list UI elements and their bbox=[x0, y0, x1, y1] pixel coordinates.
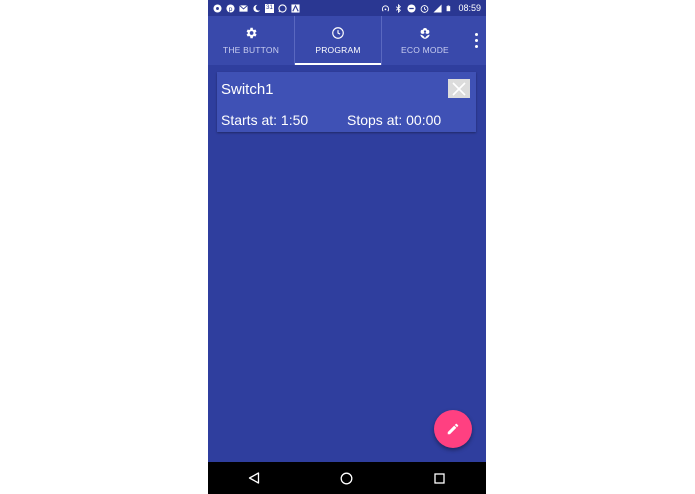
pinterest-icon: p bbox=[226, 3, 235, 12]
program-title: Switch1 bbox=[221, 81, 274, 98]
alarm-icon bbox=[421, 4, 429, 13]
overflow-menu-button[interactable] bbox=[468, 16, 485, 65]
pencil-icon bbox=[447, 423, 459, 435]
tab-eco-mode[interactable]: ECO MODE bbox=[382, 16, 468, 65]
close-icon bbox=[452, 81, 466, 96]
tab-label: THE BUTTON bbox=[222, 45, 280, 55]
clock-icon bbox=[332, 27, 344, 39]
home-icon bbox=[341, 472, 353, 484]
battery-icon bbox=[447, 5, 451, 11]
status-bar: p 31 08:59 bbox=[208, 0, 486, 16]
app-icon bbox=[213, 3, 222, 13]
flower-icon bbox=[420, 28, 430, 39]
tab-label: PROGRAM bbox=[315, 45, 361, 55]
status-time: 08:59 bbox=[458, 3, 481, 13]
bluetooth-icon bbox=[396, 3, 402, 13]
overflow-dot bbox=[475, 45, 478, 48]
nav-bar bbox=[208, 462, 486, 494]
gmail-icon bbox=[239, 4, 248, 12]
signal-icon bbox=[433, 3, 443, 13]
status-bar-system: 08:59 bbox=[376, 3, 486, 13]
tab-the-button[interactable]: THE BUTTON bbox=[208, 16, 294, 65]
svg-text:p: p bbox=[229, 5, 233, 12]
program-start-time: Starts at: 1:50 bbox=[221, 112, 309, 128]
overflow-dot bbox=[475, 33, 478, 36]
hotspot-icon bbox=[382, 4, 390, 12]
dnd-icon bbox=[407, 3, 417, 13]
program-stop-time: Stops at: 00:00 bbox=[347, 112, 442, 128]
edit-fab-button[interactable] bbox=[434, 410, 472, 448]
back-button[interactable] bbox=[239, 463, 269, 493]
recents-button[interactable] bbox=[425, 463, 455, 493]
program-card[interactable]: Switch1 Starts at: 1:50 Stops at: 00:00 bbox=[217, 72, 476, 132]
whatsapp-icon bbox=[278, 3, 287, 13]
home-button[interactable] bbox=[332, 463, 362, 493]
moon-icon bbox=[253, 4, 261, 12]
gear-icon bbox=[246, 27, 257, 39]
tab-program[interactable]: PROGRAM bbox=[295, 16, 381, 65]
back-icon bbox=[249, 472, 260, 484]
maps-icon bbox=[291, 3, 300, 13]
delete-program-button[interactable] bbox=[448, 79, 470, 98]
tab-bar: THE BUTTON PROGRAM ECO MODE bbox=[208, 16, 486, 65]
recents-icon bbox=[434, 472, 445, 484]
overflow-dot bbox=[475, 39, 478, 42]
status-bar-notifications: p 31 bbox=[208, 3, 305, 13]
tab-label: ECO MODE bbox=[401, 45, 449, 55]
calendar-icon: 31 bbox=[265, 3, 274, 13]
phone-screen: p 31 08:59 THE BUTTON PROGRAM ECO MODE S… bbox=[208, 0, 486, 494]
